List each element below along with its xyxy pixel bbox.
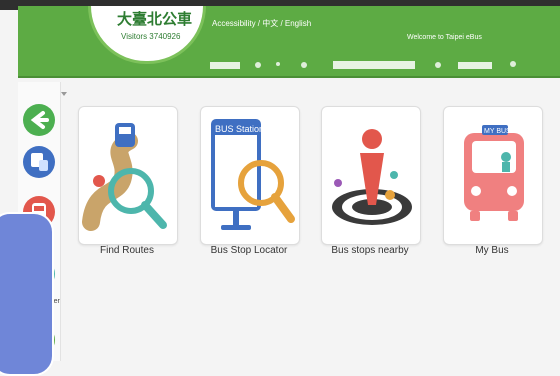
logo-title: 大臺北公車 — [117, 11, 193, 28]
card-find-routes[interactable] — [78, 106, 178, 245]
scroll-up-arrow-icon[interactable] — [61, 92, 67, 96]
header-decoration — [210, 61, 516, 69]
bus-route-icon — [31, 153, 48, 171]
card-my-bus[interactable]: MY BUS — [443, 106, 543, 245]
card-label-bus-stop-locator[interactable]: Bus Stop Locator — [194, 245, 304, 256]
bus-station-sign-text: BUS Station — [215, 124, 264, 134]
site-header: 大臺北公車 Visitors 3740926 Accessibility / 中… — [18, 6, 560, 78]
bus-stop-locator-icon: BUS Station — [211, 119, 295, 230]
site-logo[interactable]: 大臺北公車 Visitors 3740926 — [88, 6, 206, 64]
card-label-find-routes[interactable]: Find Routes — [72, 245, 182, 256]
card-bus-stops-nearby[interactable] — [321, 106, 421, 245]
my-bus-sign-text: MY BUS — [484, 128, 511, 135]
overlay-panel[interactable] — [0, 212, 54, 376]
bus-stops-nearby-icon — [332, 129, 412, 225]
visitor-counter: Visitors 3740926 — [121, 32, 181, 41]
sidebar-item-back[interactable] — [23, 104, 55, 136]
my-bus-icon: MY BUS — [464, 125, 524, 221]
sidebar-item-routes[interactable] — [23, 146, 55, 178]
find-routes-icon — [82, 123, 167, 231]
card-label-my-bus[interactable]: My Bus — [437, 245, 547, 256]
welcome-text: Welcome to Taipei eBus — [407, 34, 482, 41]
back-arrow-icon — [30, 111, 49, 129]
card-label-bus-stops-nearby[interactable]: Bus stops nearby — [315, 245, 425, 256]
header-language-links[interactable]: Accessibility / 中文 / English — [212, 18, 311, 29]
card-bus-stop-locator[interactable]: BUS Station — [200, 106, 300, 245]
